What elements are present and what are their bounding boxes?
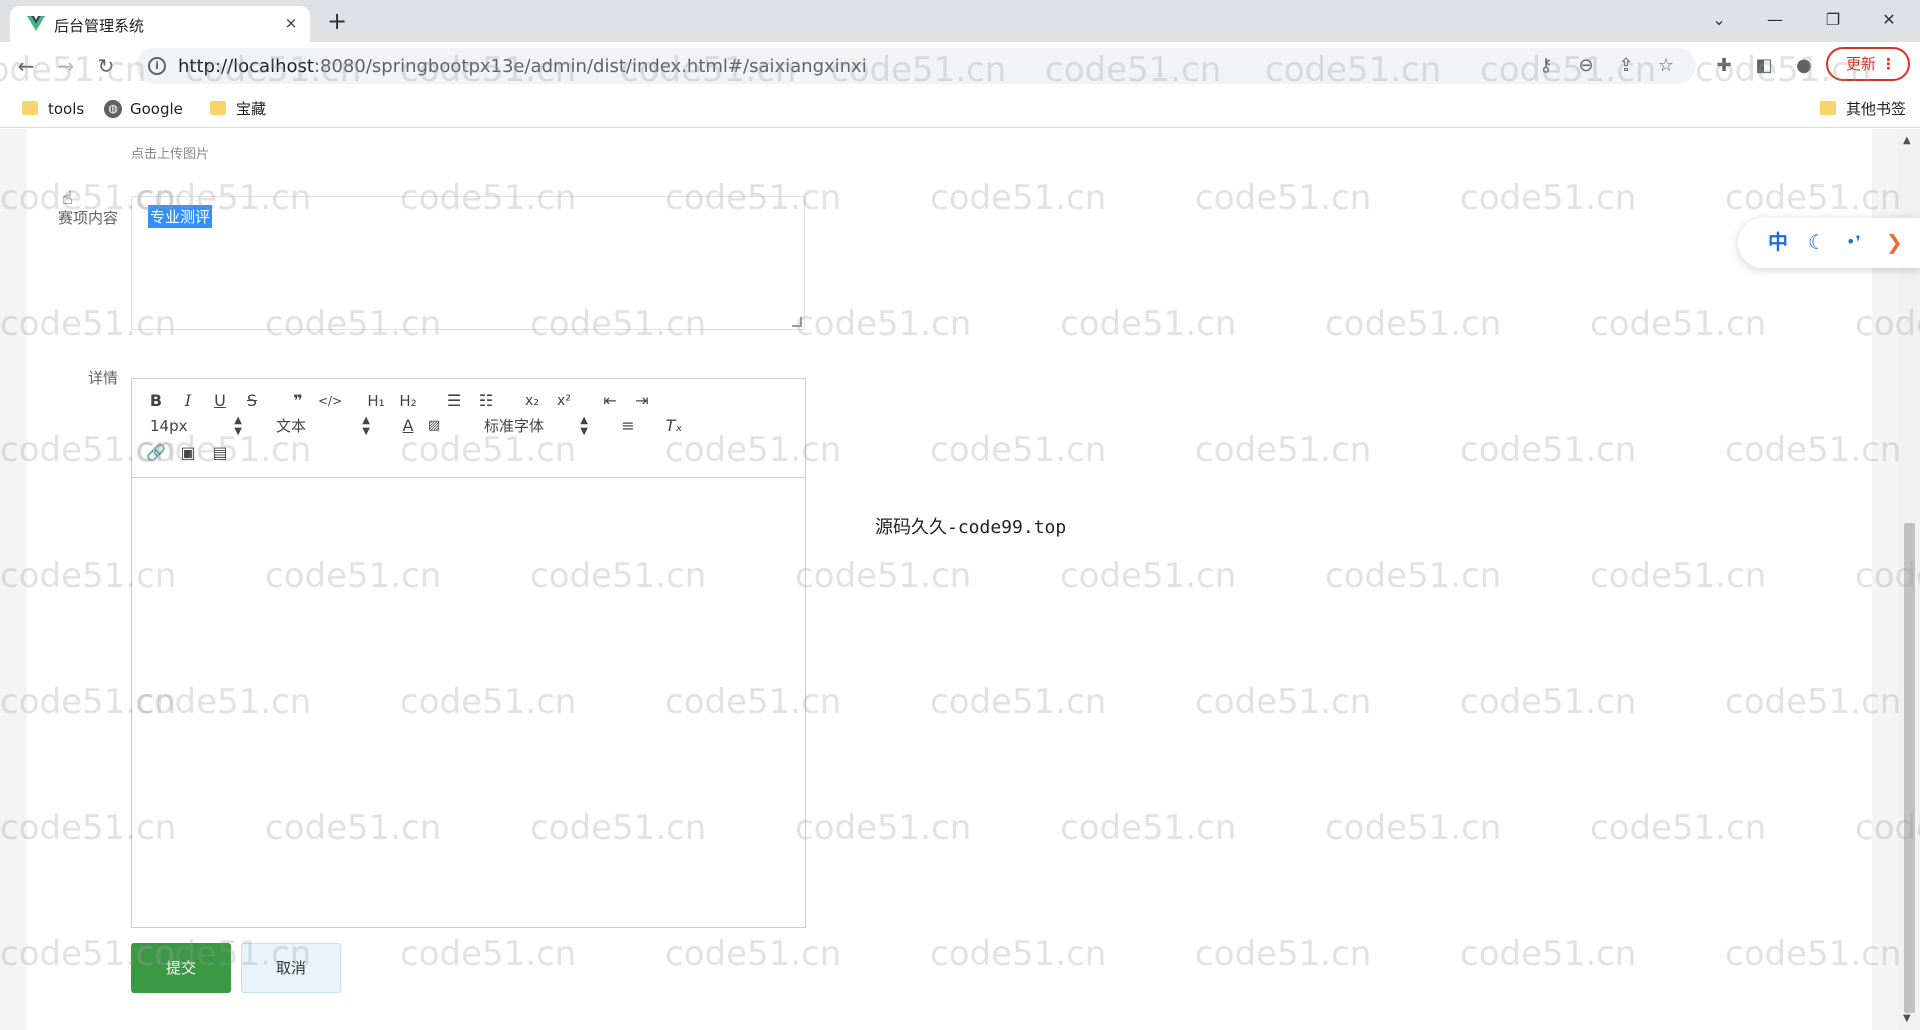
bookmark-treasure[interactable]: 宝藏 xyxy=(210,98,266,120)
other-bookmarks[interactable]: 其他书签 xyxy=(1820,98,1906,120)
profile-icon[interactable]: ● xyxy=(1788,50,1820,82)
h1-button[interactable]: H₁ xyxy=(364,390,388,412)
ordered-list-button[interactable]: ☰ xyxy=(442,390,466,412)
menu-dots-icon: ⋮ xyxy=(1881,55,1896,73)
indent-button[interactable]: ⇥ xyxy=(630,390,654,412)
folder-icon xyxy=(1820,101,1836,115)
rich-text-editor: B I U S ❞ </> H₁ H₂ ☰ ☷ x₂ x² ⇤ ⇥ 14px ▲… xyxy=(131,378,806,928)
site-info-icon[interactable]: i xyxy=(148,57,166,75)
tab-strip: 后台管理系统 × + ⌄ — ❐ ✕ xyxy=(0,0,1920,42)
moon-icon[interactable]: ☾ xyxy=(1808,230,1826,254)
content-label: 赛项内容 xyxy=(57,209,118,227)
language-toggle[interactable]: 中 xyxy=(1768,230,1788,254)
select-arrows-icon: ▲ ▼ xyxy=(234,415,242,437)
side-panel-icon[interactable]: ◧ xyxy=(1748,50,1780,82)
update-label: 更新 xyxy=(1846,55,1877,73)
bookmark-label: 宝藏 xyxy=(236,100,267,118)
bold-button[interactable]: B xyxy=(144,390,168,412)
background-color-button[interactable]: ▨ xyxy=(422,415,446,437)
font-family-picker[interactable]: 标准字体 ▲ ▼ xyxy=(484,415,588,437)
share-icon[interactable]: ⇪ xyxy=(1610,50,1642,82)
scroll-up-icon[interactable]: ▲ xyxy=(1903,135,1911,146)
font-color-button[interactable]: A xyxy=(396,415,420,437)
zoom-icon[interactable]: ⊖ xyxy=(1570,50,1602,82)
tab-title: 后台管理系统 xyxy=(54,17,145,35)
minimize-button[interactable]: — xyxy=(1752,4,1798,36)
header-value: 文本 xyxy=(276,417,307,435)
header-picker[interactable]: 文本 ▲ ▼ xyxy=(276,415,370,437)
browser-tab[interactable]: 后台管理系统 × xyxy=(10,6,310,42)
url-text: http://localhost:8080/springbootpx13e/ad… xyxy=(178,56,867,77)
folder-icon xyxy=(22,101,38,115)
content-selected-text: 专业测评 xyxy=(148,205,213,228)
bookmark-label: tools xyxy=(48,100,85,118)
editor-toolbar: B I U S ❞ </> H₁ H₂ ☰ ☷ x₂ x² ⇤ ⇥ 14px ▲… xyxy=(132,379,805,478)
bookmark-tools[interactable]: tools xyxy=(22,98,84,120)
cancel-button[interactable]: 取消 xyxy=(241,943,341,993)
hand-cursor-icon: ☝ xyxy=(62,188,73,209)
star-icon[interactable]: ☆ xyxy=(1650,50,1682,82)
update-button[interactable]: 更新 ⋮ xyxy=(1826,47,1910,81)
globe-icon: ◍ xyxy=(104,100,122,118)
font-size-picker[interactable]: 14px ▲ ▼ xyxy=(150,415,242,437)
forward-button[interactable]: → xyxy=(50,50,82,82)
editor-content-area[interactable] xyxy=(132,478,805,927)
superscript-button[interactable]: x² xyxy=(552,390,576,412)
font-family-value: 标准字体 xyxy=(484,417,545,435)
address-bar[interactable]: i http://localhost:8080/springbootpx13e/… xyxy=(136,48,1696,84)
dots-icon[interactable]: •❜ xyxy=(1846,230,1861,254)
content-textarea[interactable]: 专业测评 xyxy=(131,196,805,330)
chevron-right-icon[interactable]: ❯ xyxy=(1886,230,1903,254)
font-size-value: 14px xyxy=(150,417,188,435)
strike-button[interactable]: S xyxy=(240,390,264,412)
restore-button[interactable]: ❐ xyxy=(1810,4,1856,36)
browser-toolbar: ← → ↻ i http://localhost:8080/springboot… xyxy=(0,42,1920,90)
align-button[interactable]: ≡ xyxy=(616,415,640,437)
bullet-list-button[interactable]: ☷ xyxy=(474,390,498,412)
other-bookmarks-label: 其他书签 xyxy=(1846,100,1907,118)
upload-hint[interactable]: 点击上传图片 xyxy=(131,143,209,162)
resize-handle[interactable] xyxy=(792,317,802,327)
folder-icon xyxy=(210,101,226,115)
bookmarks-bar: tools ◍ Google 宝藏 其他书签 xyxy=(0,90,1920,128)
image-button[interactable]: ▣ xyxy=(176,442,200,464)
tab-search-icon[interactable]: ⌄ xyxy=(1696,4,1742,36)
floating-toolbar-widget: 中 ☾ •❜ ❯ xyxy=(1738,218,1920,268)
select-arrows-icon: ▲ ▼ xyxy=(362,415,370,437)
video-button[interactable]: ▤ xyxy=(208,442,232,464)
back-button[interactable]: ← xyxy=(10,50,42,82)
link-button[interactable]: 🔗 xyxy=(144,442,168,464)
bookmark-google[interactable]: ◍ Google xyxy=(104,98,183,120)
new-tab-button[interactable]: + xyxy=(322,7,352,35)
key-icon[interactable]: ⚷ xyxy=(1530,50,1562,82)
code-block-button[interactable]: </> xyxy=(318,390,342,412)
select-arrows-icon: ▲ ▼ xyxy=(580,415,588,437)
h2-button[interactable]: H₂ xyxy=(396,390,420,412)
extensions-icon[interactable]: ✚ xyxy=(1708,50,1740,82)
close-window-button[interactable]: ✕ xyxy=(1866,4,1912,36)
scroll-down-icon[interactable]: ▼ xyxy=(1903,1013,1911,1024)
blockquote-button[interactable]: ❞ xyxy=(286,390,310,412)
bookmark-label: Google xyxy=(130,100,183,118)
submit-button[interactable]: 提交 xyxy=(131,943,231,993)
detail-label: 详情 xyxy=(87,369,118,387)
underline-button[interactable]: U xyxy=(208,390,232,412)
tab-close-icon[interactable]: × xyxy=(280,12,302,34)
reload-button[interactable]: ↻ xyxy=(90,50,122,82)
clean-format-button[interactable]: Tₓ xyxy=(662,415,686,437)
vue-logo-icon xyxy=(27,16,45,31)
italic-button[interactable]: I xyxy=(176,390,200,412)
source-watermark-text: 源码久久-code99.top xyxy=(875,517,1067,538)
outdent-button[interactable]: ⇤ xyxy=(598,390,622,412)
scroll-thumb[interactable] xyxy=(1904,523,1915,1013)
subscript-button[interactable]: x₂ xyxy=(520,390,544,412)
